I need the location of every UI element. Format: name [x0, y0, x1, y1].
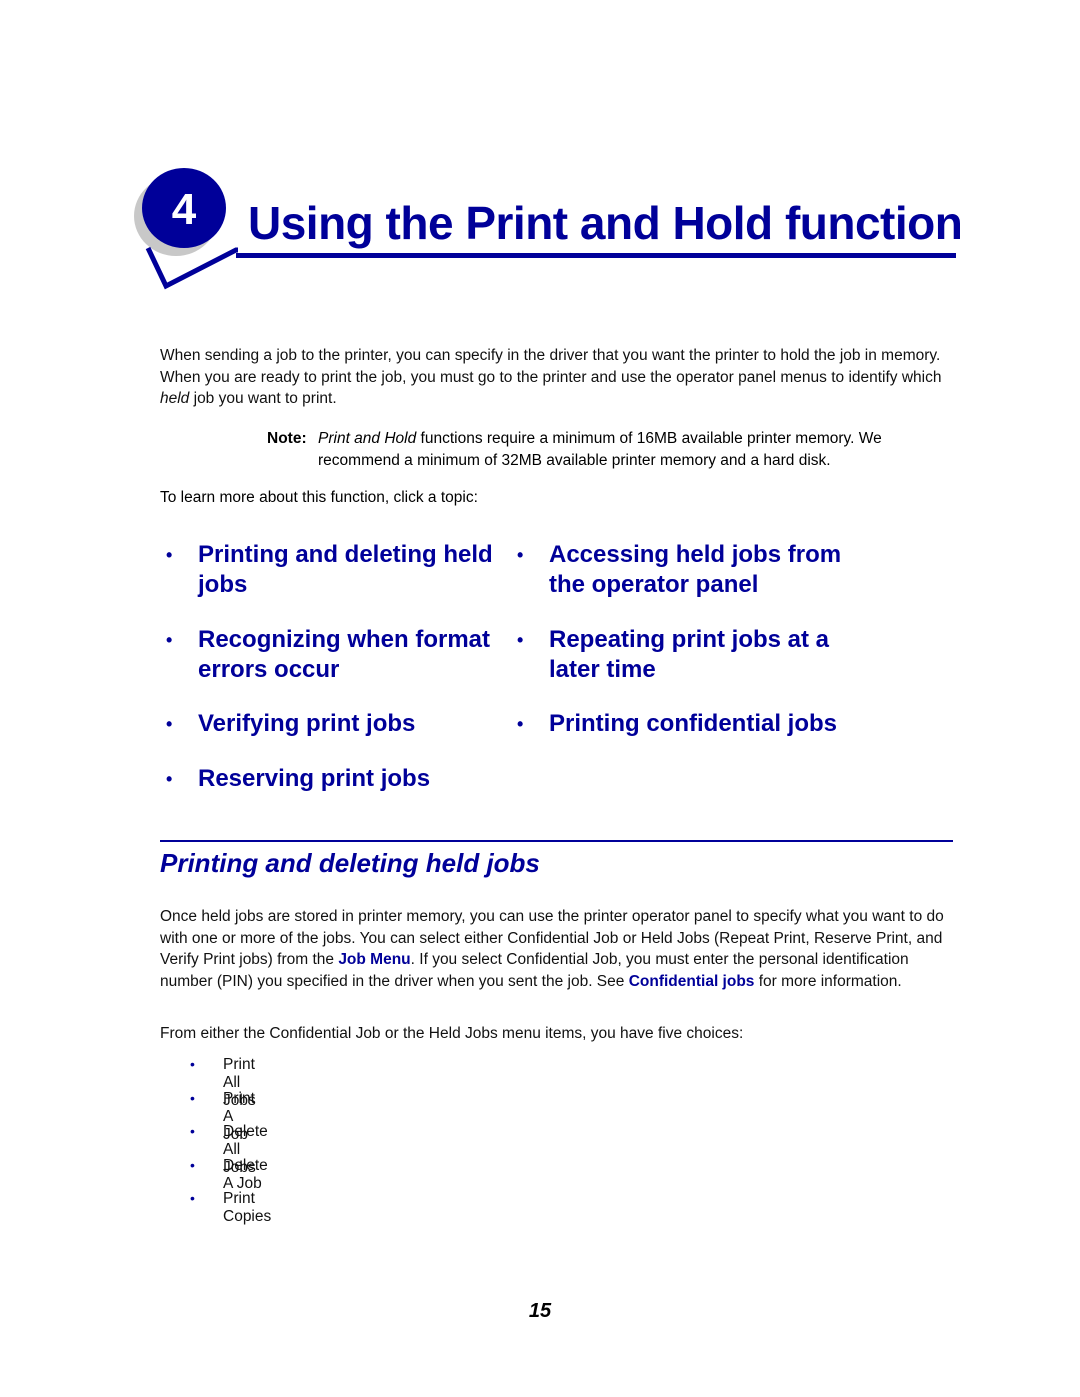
intro-text: When sending a job to the printer, you c…	[160, 347, 942, 386]
bullet-icon: •	[166, 630, 173, 650]
bullet-icon: •	[166, 714, 173, 734]
topic-label[interactable]: Recognizing when format errors occur	[198, 625, 508, 685]
section-divider	[160, 840, 953, 842]
job-menu-link[interactable]: Job Menu	[338, 951, 410, 968]
chapter-number: 4	[172, 185, 197, 234]
section-text: for more information.	[754, 972, 902, 990]
intro-italic: held	[160, 390, 190, 407]
topic-link-reserving-print-jobs[interactable]: • Reserving print jobs	[166, 764, 508, 794]
intro-paragraph: When sending a job to the printer, you c…	[160, 345, 960, 410]
topic-link-verifying-print-jobs[interactable]: • Verifying print jobs	[166, 709, 508, 739]
note-text: Print and Hold functions require a minim…	[318, 428, 958, 471]
chapter-badge-icon: 4	[134, 168, 238, 290]
section-paragraph: Once held jobs are stored in printer mem…	[160, 906, 950, 992]
topic-intro: To learn more about this function, click…	[160, 489, 478, 506]
topic-label[interactable]: Reserving print jobs	[198, 764, 508, 794]
topic-label[interactable]: Printing and deleting held jobs	[198, 540, 508, 600]
bullet-icon: •	[190, 1056, 195, 1072]
bullet-icon: •	[190, 1089, 195, 1106]
confidential-jobs-link[interactable]: Confidential jobs	[629, 973, 755, 990]
page-number: 15	[528, 1300, 552, 1322]
intro-text-end: job you want to print.	[189, 390, 337, 407]
bullet-icon: •	[517, 630, 524, 650]
section-title: Printing and deleting held jobs	[160, 848, 540, 878]
topic-link-printing-deleting[interactable]: • Printing and deleting held jobs	[166, 540, 508, 600]
topic-link-format-errors[interactable]: • Recognizing when format errors occur	[166, 625, 508, 685]
note-italic: Print and Hold	[318, 430, 417, 447]
note-label: Note:	[267, 430, 307, 447]
topic-link-confidential-jobs[interactable]: • Printing confidential jobs	[517, 709, 879, 739]
topic-label[interactable]: Repeating print jobs at a later time	[549, 625, 859, 685]
bullet-icon: •	[190, 1123, 195, 1140]
bullet-icon: •	[517, 545, 524, 565]
topic-label[interactable]: Verifying print jobs	[198, 709, 508, 739]
bullet-icon: •	[166, 769, 173, 789]
choice-label: Print Copies	[223, 1190, 272, 1226]
note: Note: Print and Hold functions require a…	[267, 428, 957, 469]
bullet-icon: •	[166, 545, 173, 565]
choices-intro: From either the Confidential Job or the …	[160, 1025, 744, 1042]
topic-link-accessing-held-jobs[interactable]: • Accessing held jobs from the operator …	[517, 540, 859, 600]
topic-link-repeating-print-jobs[interactable]: • Repeating print jobs at a later time	[517, 625, 859, 685]
topic-label[interactable]: Accessing held jobs from the operator pa…	[549, 540, 859, 600]
choice-label: Delete A Job	[223, 1156, 268, 1192]
topic-label[interactable]: Printing confidential jobs	[549, 709, 879, 739]
chapter-title: Using the Print and Hold function	[248, 197, 963, 249]
bullet-icon: •	[190, 1190, 195, 1207]
bullet-icon: •	[517, 714, 524, 734]
heading-rule	[236, 253, 956, 258]
bullet-icon: •	[190, 1156, 195, 1173]
